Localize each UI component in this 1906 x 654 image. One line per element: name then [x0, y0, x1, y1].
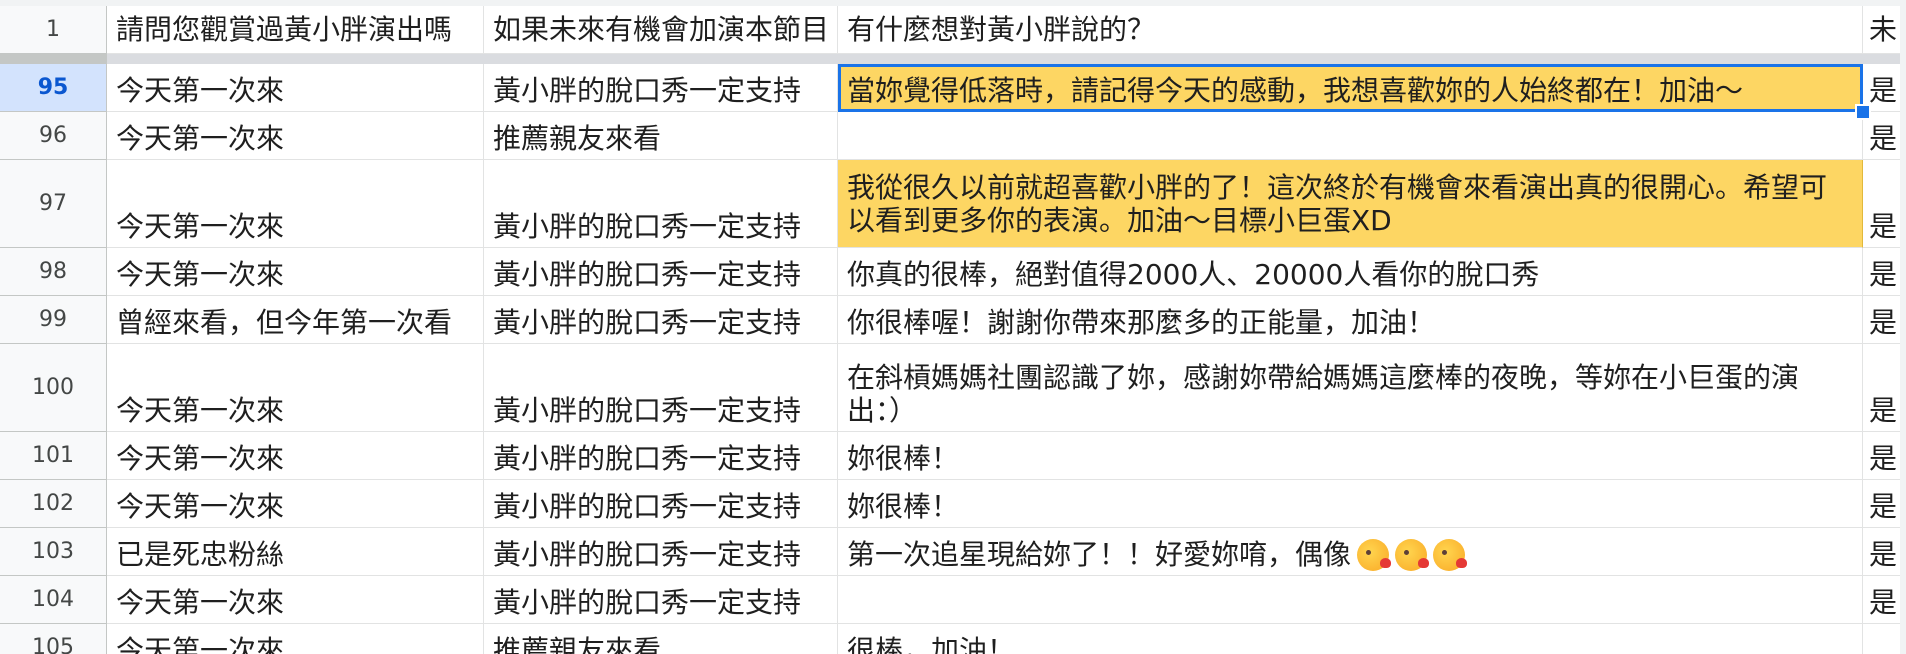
table-row: 102 今天第一次來 黃小胖的脫口秀一定支持 妳很棒！ 是: [0, 480, 1906, 528]
table-row: 96 今天第一次來 推薦親友來看 是: [0, 112, 1906, 160]
cell-future-show[interactable]: 黃小胖的脫口秀一定支持: [484, 296, 838, 344]
cell-message[interactable]: 你真的很棒，絕對值得2000人、20000人看你的脫口秀: [838, 248, 1863, 296]
row-number[interactable]: 1: [0, 6, 107, 54]
cell-message[interactable]: 在斜槓媽媽社團認識了妳，感謝妳帶給媽媽這麼棒的夜晚，等妳在小巨蛋的演出：）: [838, 344, 1863, 432]
kissing-heart-emoji-icon: [1357, 539, 1392, 571]
freeze-divider[interactable]: [0, 54, 1906, 64]
cell-attendance[interactable]: 今天第一次來: [107, 160, 484, 248]
row-number[interactable]: 97: [0, 160, 107, 248]
cell-attendance[interactable]: 今天第一次來: [107, 64, 484, 112]
cell-future-show[interactable]: 黃小胖的脫口秀一定支持: [484, 344, 838, 432]
table-row: 105 今天第一次來 推薦親友來看 很棒，加油！: [0, 624, 1906, 654]
cell-message[interactable]: [838, 576, 1863, 624]
table-row: 97 今天第一次來 黃小胖的脫口秀一定支持 我從很久以前就超喜歡小胖的了！這次終…: [0, 160, 1906, 248]
table-row: 99 曾經來看，但今年第一次看 黃小胖的脫口秀一定支持 你很棒喔！謝謝你帶來那麼…: [0, 296, 1906, 344]
cell-attendance[interactable]: 今天第一次來: [107, 432, 484, 480]
header-cell-question-2[interactable]: 如果未來有機會加演本節目: [484, 6, 838, 54]
spreadsheet-grid[interactable]: 1 請問您觀賞過黃小胖演出嗎 如果未來有機會加演本節目 有什麼想對黃小胖說的？ …: [0, 0, 1906, 654]
cell-attendance[interactable]: 已是死忠粉絲: [107, 528, 484, 576]
header-cell-question-1[interactable]: 請問您觀賞過黃小胖演出嗎: [107, 6, 484, 54]
cell-attendance[interactable]: 今天第一次來: [107, 480, 484, 528]
cell-future-show[interactable]: 推薦親友來看: [484, 112, 838, 160]
cell-attendance[interactable]: 曾經來看，但今年第一次看: [107, 296, 484, 344]
table-row: 95 今天第一次來 黃小胖的脫口秀一定支持 當妳覺得低落時，請記得今天的感動，我…: [0, 64, 1906, 112]
table-row: 104 今天第一次來 黃小胖的脫口秀一定支持 是: [0, 576, 1906, 624]
cell-message[interactable]: 妳很棒！: [838, 432, 1863, 480]
cell-message[interactable]: 你很棒喔！謝謝你帶來那麼多的正能量，加油！: [838, 296, 1863, 344]
table-row: 101 今天第一次來 黃小胖的脫口秀一定支持 妳很棒！ 是: [0, 432, 1906, 480]
cell-message[interactable]: 當妳覺得低落時，請記得今天的感動，我想喜歡妳的人始終都在！加油～: [838, 64, 1863, 112]
cell-attendance[interactable]: 今天第一次來: [107, 248, 484, 296]
table-row: 103 已是死忠粉絲 黃小胖的脫口秀一定支持 第一次追星現給妳了！！好愛妳唷，偶…: [0, 528, 1906, 576]
cell-message-text: 第一次追星現給妳了！！好愛妳唷，偶像: [847, 538, 1352, 571]
cell-future-show[interactable]: 黃小胖的脫口秀一定支持: [484, 528, 838, 576]
row-number[interactable]: 104: [0, 576, 107, 624]
row-number[interactable]: 102: [0, 480, 107, 528]
cell-future-show[interactable]: 黃小胖的脫口秀一定支持: [484, 432, 838, 480]
row-number[interactable]: 98: [0, 248, 107, 296]
row-number[interactable]: 95: [0, 64, 107, 112]
row-number[interactable]: 96: [0, 112, 107, 160]
cell-future-show[interactable]: 黃小胖的脫口秀一定支持: [484, 480, 838, 528]
row-number[interactable]: 99: [0, 296, 107, 344]
cell-message[interactable]: 我從很久以前就超喜歡小胖的了！這次終於有機會來看演出真的很開心。希望可以看到更多…: [838, 160, 1863, 248]
row-number[interactable]: 101: [0, 432, 107, 480]
cell-future-show[interactable]: 黃小胖的脫口秀一定支持: [484, 160, 838, 248]
table-row: 98 今天第一次來 黃小胖的脫口秀一定支持 你真的很棒，絕對值得2000人、20…: [0, 248, 1906, 296]
cell-message[interactable]: [838, 112, 1863, 160]
row-number[interactable]: 105: [0, 624, 107, 654]
cell-future-show[interactable]: 推薦親友來看: [484, 624, 838, 654]
table-row: 100 今天第一次來 黃小胖的脫口秀一定支持 在斜槓媽媽社團認識了妳，感謝妳帶給…: [0, 344, 1906, 432]
cell-attendance[interactable]: 今天第一次來: [107, 112, 484, 160]
header-cell-question-3[interactable]: 有什麼想對黃小胖說的？: [838, 6, 1863, 54]
cell-message[interactable]: 第一次追星現給妳了！！好愛妳唷，偶像: [838, 528, 1863, 576]
cell-future-show[interactable]: 黃小胖的脫口秀一定支持: [484, 248, 838, 296]
frozen-header-row: 1 請問您觀賞過黃小胖演出嗎 如果未來有機會加演本節目 有什麼想對黃小胖說的？ …: [0, 6, 1906, 54]
kissing-heart-emoji-icon: [1395, 539, 1430, 571]
cell-future-show[interactable]: 黃小胖的脫口秀一定支持: [484, 576, 838, 624]
row-number[interactable]: 103: [0, 528, 107, 576]
cell-attendance[interactable]: 今天第一次來: [107, 576, 484, 624]
row-number[interactable]: 100: [0, 344, 107, 432]
vertical-scrollbar[interactable]: [1900, 0, 1906, 654]
kissing-heart-emoji-icon: [1433, 539, 1468, 571]
fill-handle[interactable]: [1855, 104, 1871, 120]
cell-message[interactable]: 很棒，加油！: [838, 624, 1863, 654]
cell-message[interactable]: 妳很棒！: [838, 480, 1863, 528]
cell-attendance[interactable]: 今天第一次來: [107, 624, 484, 654]
cell-attendance[interactable]: 今天第一次來: [107, 344, 484, 432]
cell-future-show[interactable]: 黃小胖的脫口秀一定支持: [484, 64, 838, 112]
